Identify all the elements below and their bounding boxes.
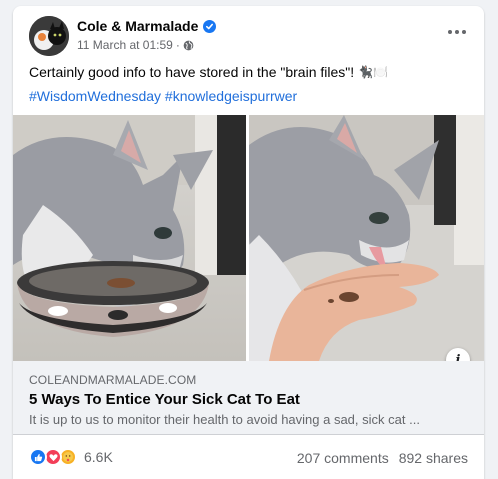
post-text-emoji: 🐈‍⬛🍽️	[358, 65, 389, 79]
post-timestamp[interactable]: 11 March at 01:59	[77, 38, 173, 52]
page-name[interactable]: Cole & Marmalade	[77, 18, 217, 34]
hashtag-link[interactable]: #knowledgeispurrwer	[165, 88, 297, 104]
like-icon	[29, 448, 47, 466]
page-avatar[interactable]	[29, 16, 69, 56]
reaction-count[interactable]: 6.6K	[84, 449, 113, 465]
globe-icon[interactable]	[183, 40, 194, 51]
hashtags: #WisdomWednesday #knowledgeispurrwer	[29, 88, 297, 104]
meta-separator: ·	[175, 38, 180, 52]
post-stats: 207 comments 892 shares	[297, 450, 468, 466]
post-text: Certainly good info to have stored in th…	[29, 64, 388, 80]
verified-badge-icon	[203, 19, 217, 33]
post-header: Cole & Marmalade 11 March at 01:59 ·	[13, 6, 484, 62]
post-photo-left[interactable]	[13, 115, 246, 361]
post-photo-right[interactable]	[249, 115, 484, 361]
comments-count[interactable]: 207 comments	[297, 450, 389, 466]
link-preview[interactable]: COLEANDMARMALADE.COM 5 Ways To Entice Yo…	[13, 361, 484, 435]
post-meta: 11 March at 01:59 ·	[77, 38, 194, 52]
post-card: Cole & Marmalade 11 March at 01:59 · Cer…	[13, 6, 484, 479]
link-title[interactable]: 5 Ways To Entice Your Sick Cat To Eat	[29, 391, 300, 408]
link-description: It is up to us to monitor their health t…	[29, 412, 420, 427]
post-footer: 6.6K 207 comments 892 shares	[13, 435, 484, 479]
more-options-button[interactable]	[444, 22, 470, 42]
page-name-label[interactable]: Cole & Marmalade	[77, 18, 198, 34]
hashtag-link[interactable]: #WisdomWednesday	[29, 88, 161, 104]
reactions-summary[interactable]: 6.6K	[29, 448, 113, 466]
dot-icon	[462, 30, 466, 34]
shares-count[interactable]: 892 shares	[399, 450, 468, 466]
dot-icon	[448, 30, 452, 34]
dot-icon	[455, 30, 459, 34]
post-text-body: Certainly good info to have stored in th…	[29, 64, 355, 80]
link-domain: COLEANDMARMALADE.COM	[29, 373, 197, 387]
